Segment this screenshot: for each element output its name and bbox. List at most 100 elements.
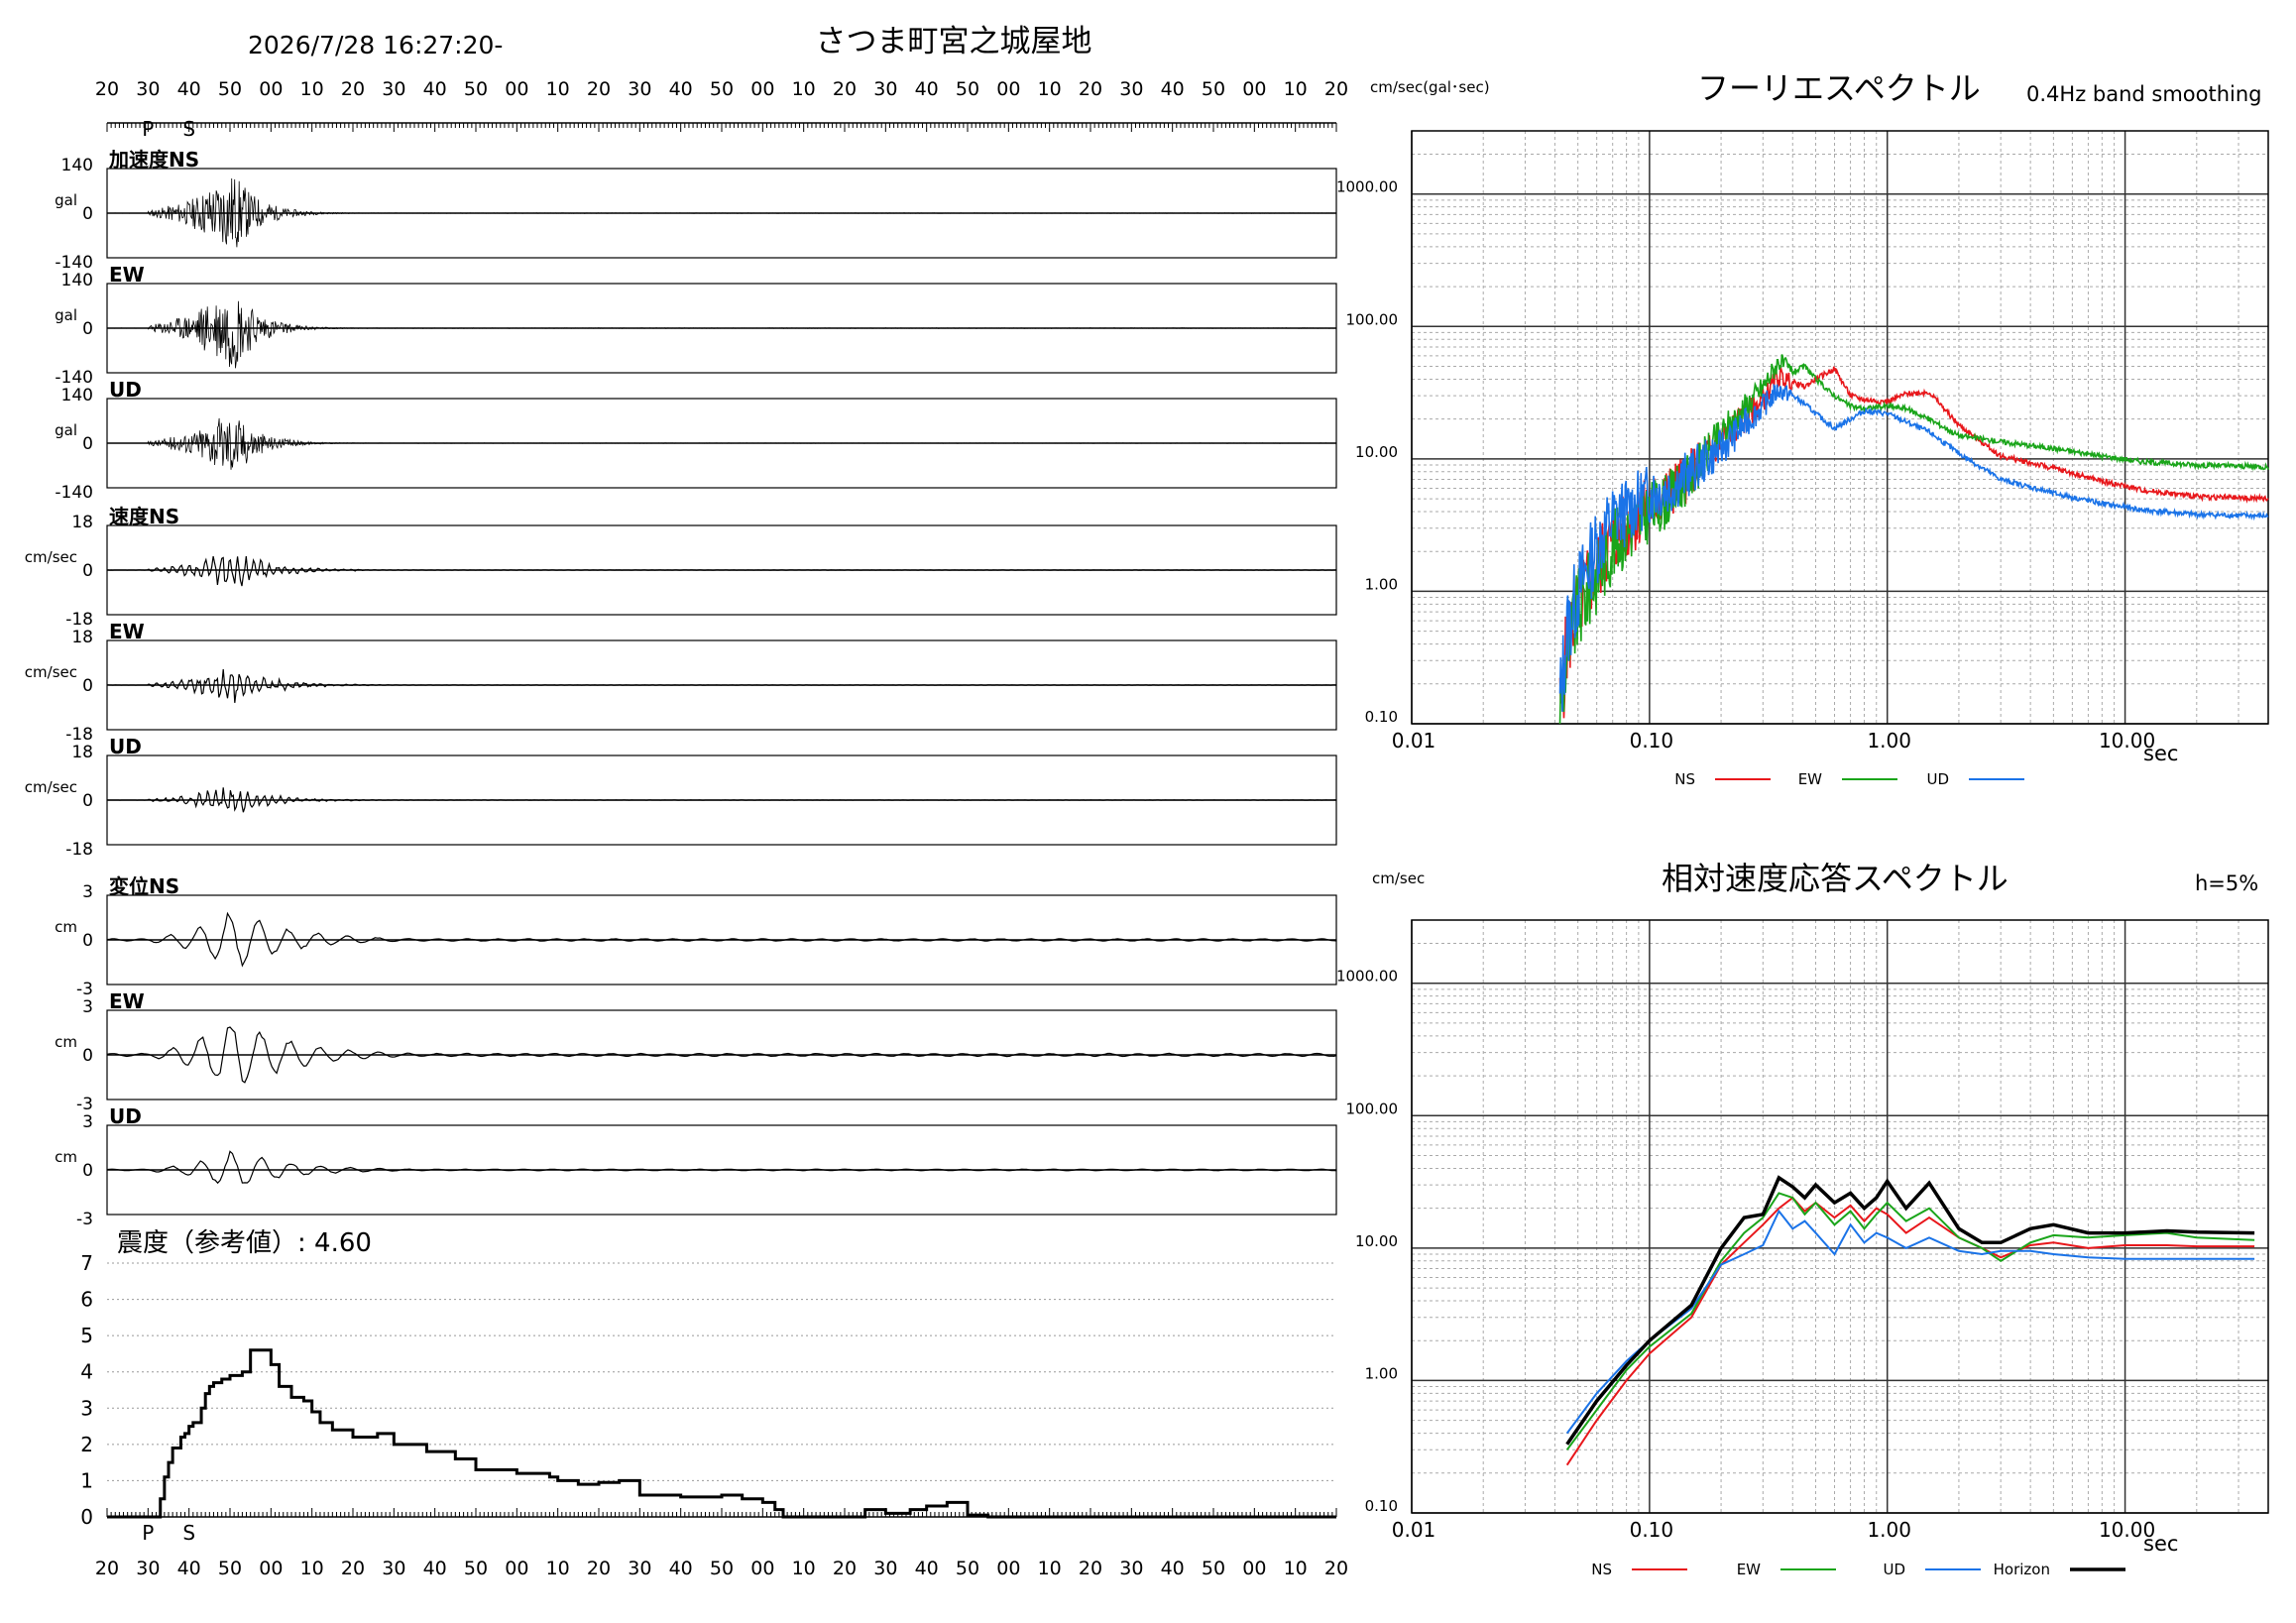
time-tick-label: 30 <box>382 1558 405 1579</box>
spectrum-y-tick: 1000.00 <box>1336 178 1398 196</box>
time-tick-label: 50 <box>464 1558 488 1579</box>
s-wave-marker: S <box>182 1521 195 1545</box>
seismic-report: 2026/7/28 16:27:20- さつま町宮之城屋地 20 30 40 50 00… <box>25 24 2269 1579</box>
spectrum-x-tick: 10.00 <box>2099 1518 2155 1542</box>
waveform-panel: UD 140 0 -140 gal <box>55 378 1337 503</box>
time-tick-label: 20 <box>833 78 857 100</box>
intensity-y-tick: 3 <box>80 1396 93 1420</box>
time-tick-label: 30 <box>628 1558 651 1579</box>
time-tick-label: 10 <box>792 78 816 100</box>
time-tick-label: 30 <box>382 78 405 100</box>
time-tick-label: 00 <box>1242 1558 1266 1579</box>
waveform-zero: 0 <box>82 319 93 339</box>
time-tick-label: 20 <box>1324 78 1348 100</box>
spectrum-y-tick: 100.00 <box>1346 1100 1399 1117</box>
intensity-y-tick: 4 <box>80 1360 93 1384</box>
waveform-max: 18 <box>71 513 93 532</box>
spectrum-x-tick: 0.10 <box>1630 1518 1674 1542</box>
waveform-min: -18 <box>65 725 93 745</box>
time-tick-label: 10 <box>300 78 324 100</box>
waveform-zero: 0 <box>82 1046 93 1066</box>
waveform-zero: 0 <box>82 931 93 951</box>
legend-label: Horizon <box>1994 1561 2050 1578</box>
time-tick-label: 00 <box>1242 78 1266 100</box>
waveform-min: -140 <box>55 253 93 273</box>
legend-label: NS <box>1591 1561 1612 1578</box>
p-wave-marker: P <box>142 1521 154 1545</box>
spectrum-y-tick: 100.00 <box>1346 310 1399 328</box>
spectrum-y-tick: 1000.00 <box>1336 968 1398 985</box>
time-tick-label: 30 <box>1119 78 1143 100</box>
waveform-min: -140 <box>55 483 93 503</box>
waveform-max: 140 <box>61 271 93 290</box>
time-tick-label: 20 <box>1079 1558 1102 1579</box>
spectrum-y-tick: 1.00 <box>1365 575 1398 593</box>
time-tick-label: 40 <box>669 78 693 100</box>
time-tick-label: 20 <box>95 78 119 100</box>
time-tick-label: 40 <box>669 1558 693 1579</box>
waveform-trace <box>106 300 1336 369</box>
spectrum-series-line <box>1558 354 2269 725</box>
time-tick-label: 00 <box>750 78 774 100</box>
time-tick-label: 30 <box>873 1558 897 1579</box>
spectrum-x-tick: 10.00 <box>2099 729 2155 753</box>
time-tick-label: 10 <box>1038 78 1062 100</box>
time-tick-label: 40 <box>177 78 201 100</box>
time-tick-label: 50 <box>1202 78 1225 100</box>
station-title: さつま町宮之城屋地 <box>816 24 1092 59</box>
waveform-label: UD <box>109 1104 142 1128</box>
waveform-zero: 0 <box>82 676 93 696</box>
time-tick-label: 50 <box>464 78 488 100</box>
waveform-max: 140 <box>61 156 93 175</box>
waveform-unit: cm/sec <box>25 663 77 681</box>
p-wave-marker: P <box>142 117 154 141</box>
waveform-min: -18 <box>65 610 93 630</box>
time-tick-label: 30 <box>136 1558 160 1579</box>
waveform-zero: 0 <box>82 791 93 811</box>
time-tick-label: 50 <box>956 1558 979 1579</box>
spectrum-y-tick: 1.00 <box>1365 1364 1398 1382</box>
intensity-title: 震度（参考値）: 4.60 <box>117 1228 372 1258</box>
time-tick-label: 20 <box>1079 78 1102 100</box>
time-tick-label: 40 <box>177 1558 201 1579</box>
time-tick-label: 10 <box>300 1558 324 1579</box>
intensity-y-tick: 6 <box>80 1288 93 1312</box>
waveform-panel: 速度NS 18 0 -18 cm/sec <box>25 505 1337 630</box>
datetime-label: 2026/7/28 16:27:20- <box>248 31 503 59</box>
time-tick-label: 30 <box>628 78 651 100</box>
waveform-max: 18 <box>71 628 93 647</box>
time-tick-label: 50 <box>710 1558 734 1579</box>
waveform-max: 3 <box>82 1112 93 1132</box>
time-tick-label: 50 <box>218 78 242 100</box>
waveform-trace <box>107 555 1336 587</box>
time-tick-label: 20 <box>95 1558 119 1579</box>
legend-label: UD <box>1926 770 1949 788</box>
time-tick-label: 00 <box>259 1558 283 1579</box>
time-tick-label: 40 <box>1161 78 1185 100</box>
waveform-unit: cm/sec <box>25 548 77 566</box>
time-tick-label: 50 <box>1202 1558 1225 1579</box>
time-tick-label: 00 <box>996 1558 1020 1579</box>
waveform-unit: cm <box>55 1033 77 1051</box>
waveform-trace <box>106 1150 1337 1185</box>
time-tick-label: 20 <box>341 1558 365 1579</box>
time-tick-label: 10 <box>546 1558 570 1579</box>
response-spectrum-chart: 相対速度応答スペクトル h=5% cm/sec sec 0.01 0.10 1.00… <box>1336 860 2269 1578</box>
waveform-min: -18 <box>65 840 93 860</box>
response-subtitle: h=5% <box>2195 871 2258 895</box>
top-time-axis: 20 30 40 50 00 10 20 30 40 50 00 10 20 30 40 50 00 10 20 30… <box>95 78 1348 141</box>
waveform-panel: EW 18 0 -18 cm/sec <box>25 620 1337 745</box>
bottom-time-axis: 20 30 40 50 00 10 20 30 40 50 00 10 20 30 40 50 00 10 20 30… <box>95 1508 1348 1579</box>
waveform-zero: 0 <box>82 561 93 581</box>
waveform-panel: UD 18 0 -18 cm/sec <box>25 735 1337 860</box>
spectrum-x-tick: 1.00 <box>1867 729 1911 753</box>
time-tick-label: 00 <box>750 1558 774 1579</box>
spectrum-y-tick: 0.10 <box>1365 1497 1398 1515</box>
fourier-title: フーリエスペクトル <box>1697 69 1981 107</box>
time-tick-label: 40 <box>423 1558 447 1579</box>
waveform-unit: cm <box>55 1148 77 1166</box>
time-tick-label: 20 <box>833 1558 857 1579</box>
time-tick-label: 10 <box>1038 1558 1062 1579</box>
fourier-subtitle: 0.4Hz band smoothing <box>2026 82 2262 106</box>
time-tick-label: 00 <box>996 78 1020 100</box>
